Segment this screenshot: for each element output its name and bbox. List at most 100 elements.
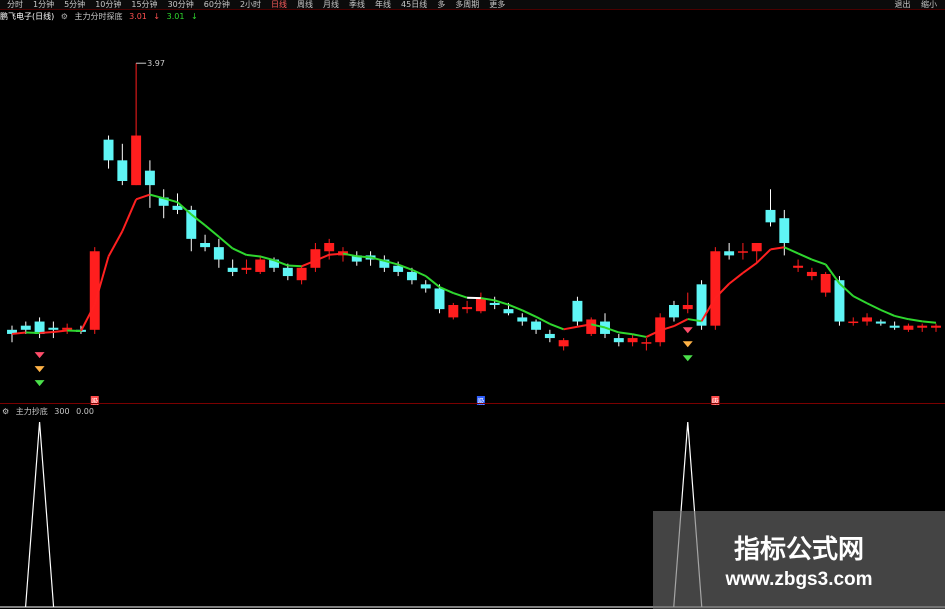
- candle-body: [117, 160, 128, 181]
- candle-body: [544, 333, 555, 339]
- trend-line-segment: [770, 246, 785, 251]
- candle-body: [241, 267, 252, 270]
- trend-line-segment: [232, 247, 247, 256]
- candle-body: [917, 325, 928, 328]
- signal-diamond-icon: [682, 341, 693, 348]
- candle-body: [489, 302, 500, 305]
- candle-body: [862, 317, 873, 322]
- candle-body: [613, 338, 624, 343]
- candle-body: [227, 267, 238, 272]
- candle-body: [627, 338, 638, 343]
- trend-line-segment: [287, 264, 302, 268]
- candle-body: [779, 218, 790, 243]
- trend-line-segment: [218, 235, 234, 250]
- candle-body: [48, 327, 59, 330]
- buy-marker-label: 吸: [91, 398, 98, 406]
- trend-line-segment: [728, 272, 744, 285]
- trend-line-segment: [204, 224, 220, 238]
- settings-icon[interactable]: ⚙: [2, 407, 9, 416]
- main-price-pane: 3.97: [7, 59, 941, 351]
- trend-line-segment: [11, 331, 26, 335]
- candle-body: [517, 317, 528, 322]
- trend-line-segment: [39, 330, 54, 335]
- trend-line-segment: [342, 252, 357, 258]
- trend-line-segment: [852, 295, 868, 305]
- candle-body: [503, 309, 514, 314]
- candle-body: [931, 325, 941, 328]
- trend-line-segment: [107, 230, 124, 257]
- candle-body: [586, 319, 597, 334]
- signal-diamond-icon: [682, 355, 693, 362]
- trend-line-segment: [53, 329, 68, 333]
- trend-line-segment: [742, 262, 758, 274]
- trend-line-segment: [549, 322, 565, 331]
- candle-body: [751, 243, 762, 252]
- watermark-url: www.zbgs3.com: [725, 569, 873, 590]
- trend-line-segment: [452, 292, 468, 299]
- signal-diamond-icon: [34, 380, 45, 387]
- watermark-title: 指标公式网: [733, 535, 864, 565]
- candle-body: [20, 325, 31, 330]
- candle-body: [420, 284, 431, 289]
- candle-body: [765, 209, 776, 223]
- candle-body: [848, 321, 859, 324]
- signal-diamond-icon: [682, 327, 693, 334]
- watermark: 指标公式网 www.zbgs3.com: [653, 511, 945, 609]
- candle-body: [103, 139, 114, 161]
- trend-line-segment: [797, 252, 813, 261]
- trend-line-segment: [521, 309, 537, 318]
- candle-body: [144, 170, 155, 186]
- candle-body: [434, 288, 445, 310]
- trend-line-segment: [246, 253, 261, 258]
- buy-marker-label: 吸: [477, 398, 484, 406]
- candle-body: [572, 300, 583, 322]
- candle-body: [558, 340, 569, 347]
- signal-diamond-icon: [34, 352, 45, 359]
- trend-line-segment: [618, 331, 633, 336]
- trend-line-segment: [922, 320, 937, 324]
- candle-body: [131, 135, 142, 186]
- candle-body: [737, 251, 748, 253]
- sub-indicator-param: 300: [54, 407, 70, 416]
- candle-body: [875, 321, 886, 324]
- sub-indicator-info-bar: ⚙ 主力抄底 300 0.00: [2, 407, 98, 417]
- candle-body: [282, 267, 293, 277]
- trend-line-segment: [894, 314, 909, 321]
- pane-separator[interactable]: [0, 403, 945, 404]
- trend-line-segment: [756, 248, 772, 264]
- trend-line-segment: [149, 193, 164, 200]
- trend-line-segment: [783, 246, 799, 255]
- candle-body: [710, 251, 721, 326]
- candle-body: [806, 271, 817, 277]
- candle-body: [448, 305, 459, 318]
- sub-indicator-name[interactable]: 主力抄底: [16, 407, 48, 416]
- candle-body: [62, 327, 73, 330]
- trend-line-segment: [908, 318, 923, 323]
- trend-line-segment: [135, 193, 151, 201]
- candle-body: [669, 305, 679, 318]
- candle-body: [724, 251, 735, 256]
- candle-body: [475, 298, 486, 312]
- candle-body: [820, 274, 831, 293]
- trend-line-segment: [356, 255, 371, 259]
- signal-diamond-icon: [34, 366, 45, 373]
- trend-line-segment: [880, 309, 896, 317]
- candle-body: [200, 243, 211, 248]
- candle-body: [641, 342, 652, 344]
- candle-body: [889, 325, 900, 328]
- buy-marker-label: 吸: [712, 398, 719, 406]
- candle-body: [406, 271, 417, 281]
- candle-body: [793, 265, 804, 268]
- trend-line-segment: [866, 302, 882, 311]
- sub-indicator-value: 0.00: [76, 407, 94, 416]
- candle-body: [296, 267, 307, 281]
- trend-line-segment: [329, 252, 344, 256]
- trend-line-segment: [673, 318, 689, 327]
- candle-body: [682, 305, 693, 310]
- trend-line-segment: [121, 198, 138, 232]
- high-price-label: 3.97: [147, 59, 165, 68]
- candle-body: [213, 247, 224, 260]
- candle-body: [462, 307, 473, 310]
- trend-line-segment: [632, 333, 647, 338]
- candle-body: [903, 325, 914, 330]
